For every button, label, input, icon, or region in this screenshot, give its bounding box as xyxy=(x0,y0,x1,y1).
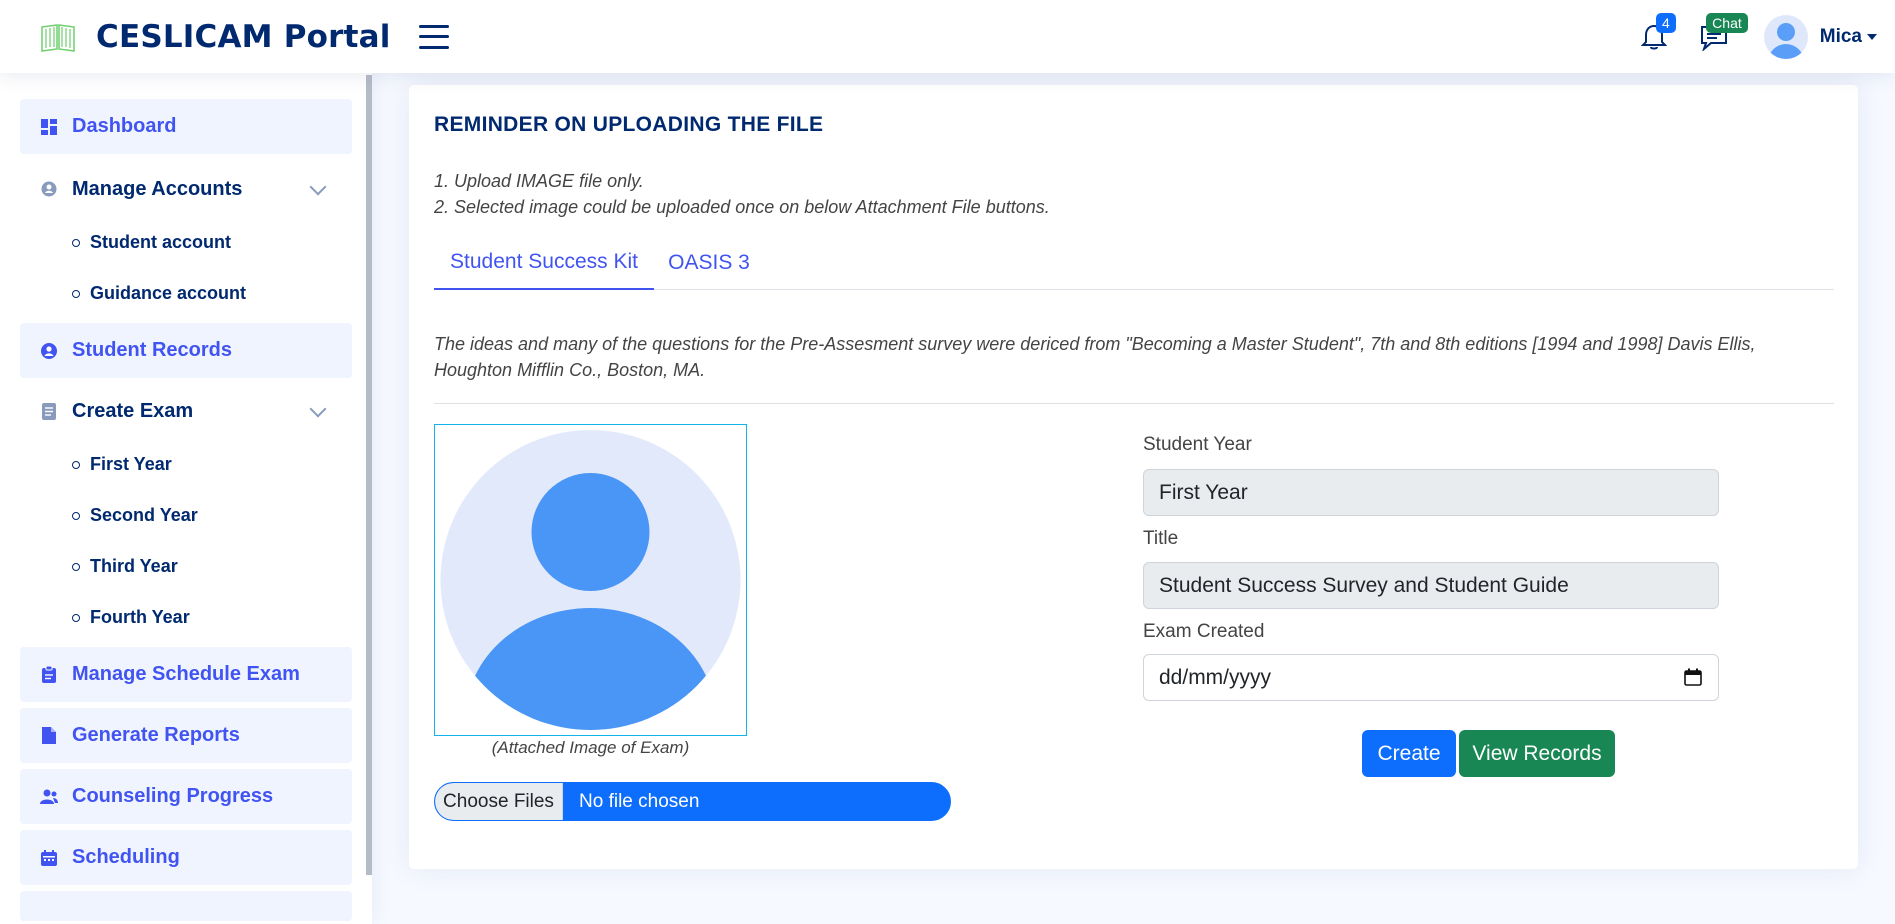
sidebar-item-label: Student Records xyxy=(72,339,233,361)
sidebar-item-label: Scheduling xyxy=(72,846,180,868)
sidebar-subitem-label: Fourth Year xyxy=(90,607,190,627)
exam-created-label: Exam Created xyxy=(1143,621,1265,642)
sidebar-item-manage-accounts[interactable]: Manage Accounts xyxy=(20,162,352,217)
sidebar-item-label: Generate Reports xyxy=(72,724,240,746)
person-circle-icon xyxy=(40,342,58,360)
user-placeholder-icon xyxy=(440,430,741,730)
exam-tabs: Student Success Kit OASIS 3 xyxy=(434,235,1834,290)
book-logo-icon xyxy=(41,23,75,52)
sidebar-subitem-third-year[interactable]: Third Year xyxy=(20,541,352,592)
title-field[interactable]: Student Success Survey and Student Guide xyxy=(1143,562,1719,609)
sidebar-item-label: Manage Schedule Exam xyxy=(72,663,300,685)
file-upload-input[interactable]: Choose Files No file chosen xyxy=(434,782,951,821)
chevron-down-icon xyxy=(309,178,327,195)
circle-icon xyxy=(72,511,80,520)
sidebar-item-label: Create Exam xyxy=(72,400,194,422)
sidebar-item-create-exam[interactable]: Create Exam xyxy=(20,384,352,439)
exam-created-date-input[interactable]: dd/mm/yyyy xyxy=(1143,654,1719,701)
profile-dropdown[interactable]: Mica xyxy=(1763,14,1877,59)
student-year-label: Student Year xyxy=(1143,434,1252,455)
sidebar-subitem-label: Second Year xyxy=(90,505,198,525)
chevron-down-icon xyxy=(309,400,327,417)
clipboard-icon xyxy=(40,666,58,684)
caret-down-icon xyxy=(1867,33,1877,40)
circle-icon xyxy=(72,238,80,247)
sidebar-item-label: Counseling Progress xyxy=(72,785,274,807)
sidebar-item-student-records[interactable]: Student Records xyxy=(20,323,352,378)
notifications-button[interactable]: 4 xyxy=(1634,12,1676,57)
top-header: CESLICAM Portal 4 Chat Mica xyxy=(0,0,1895,73)
circle-icon xyxy=(72,613,80,622)
sidebar-scrollbar[interactable] xyxy=(366,75,372,875)
sidebar-subitem-label: Guidance account xyxy=(90,283,247,303)
sidebar-subitem-label: Student account xyxy=(90,232,232,252)
sidebar-subitem-second-year[interactable]: Second Year xyxy=(20,490,352,541)
circle-icon xyxy=(72,460,80,469)
sidebar-item-label: Dashboard xyxy=(72,115,177,137)
card-title: REMINDER ON UPLOADING THE FILE xyxy=(434,113,824,136)
sidebar-item-scheduling[interactable]: Scheduling xyxy=(20,830,352,885)
sidebar-item-dashboard[interactable]: Dashboard xyxy=(20,99,352,154)
sidebar-subitem-label: Third Year xyxy=(90,556,178,576)
tab-student-success-kit[interactable]: Student Success Kit xyxy=(434,235,654,290)
create-button[interactable]: Create xyxy=(1362,730,1456,777)
choose-files-button[interactable]: Choose Files xyxy=(435,783,563,820)
logo[interactable]: CESLICAM Portal xyxy=(40,19,391,55)
calendar-icon xyxy=(40,849,58,867)
document-icon xyxy=(40,403,58,421)
student-year-field[interactable]: First Year xyxy=(1143,469,1719,516)
chat-badge: Chat xyxy=(1706,12,1748,33)
title-label: Title xyxy=(1143,528,1179,549)
sidebar: Dashboard Manage Accounts Student accoun… xyxy=(0,73,372,924)
sidebar-subitem-first-year[interactable]: First Year xyxy=(20,439,352,490)
divider xyxy=(434,403,1834,404)
sidebar-subitem-guidance-account[interactable]: Guidance account xyxy=(20,268,352,319)
people-icon xyxy=(40,788,58,806)
view-records-button[interactable]: View Records xyxy=(1459,730,1615,777)
file-icon xyxy=(40,727,58,745)
sidebar-subitem-fourth-year[interactable]: Fourth Year xyxy=(20,592,352,643)
sidebar-item-counseling-progress[interactable]: Counseling Progress xyxy=(20,769,352,824)
tab-oasis-3[interactable]: OASIS 3 xyxy=(654,235,764,290)
source-notice: The ideas and many of the questions for … xyxy=(434,334,1756,380)
person-pin-icon xyxy=(40,181,58,199)
circle-icon xyxy=(72,562,80,571)
sidebar-subitem-label: First Year xyxy=(90,454,172,474)
attached-image-preview xyxy=(434,424,747,736)
reminder-item: 2. Selected image could be uploaded once… xyxy=(434,197,1050,217)
sidebar-item-label: Manage Accounts xyxy=(72,178,243,200)
sidebar-item-partial[interactable] xyxy=(20,891,352,921)
file-status: No file chosen xyxy=(579,790,700,812)
grid-icon xyxy=(40,118,58,136)
image-caption: (Attached Image of Exam) xyxy=(491,738,690,757)
circle-icon xyxy=(72,289,80,298)
reminder-item: 1. Upload IMAGE file only. xyxy=(434,171,644,191)
date-placeholder: dd/mm/yyyy xyxy=(1159,665,1272,689)
calendar-icon[interactable] xyxy=(1684,668,1702,686)
app-title: CESLICAM Portal xyxy=(96,18,391,55)
upload-exam-card: REMINDER ON UPLOADING THE FILE 1. Upload… xyxy=(409,85,1858,869)
sidebar-toggle-menu-icon[interactable] xyxy=(418,24,449,49)
user-name: Mica xyxy=(1819,25,1862,47)
notification-count-badge: 4 xyxy=(1655,12,1676,33)
sidebar-item-manage-schedule-exam[interactable]: Manage Schedule Exam xyxy=(20,647,352,702)
reminder-list: 1. Upload IMAGE file only. 2. Selected i… xyxy=(434,168,1050,220)
avatar xyxy=(1763,14,1808,59)
sidebar-item-generate-reports[interactable]: Generate Reports xyxy=(20,708,352,763)
chat-button[interactable]: Chat xyxy=(1694,12,1748,57)
sidebar-subitem-student-account[interactable]: Student account xyxy=(20,217,352,268)
